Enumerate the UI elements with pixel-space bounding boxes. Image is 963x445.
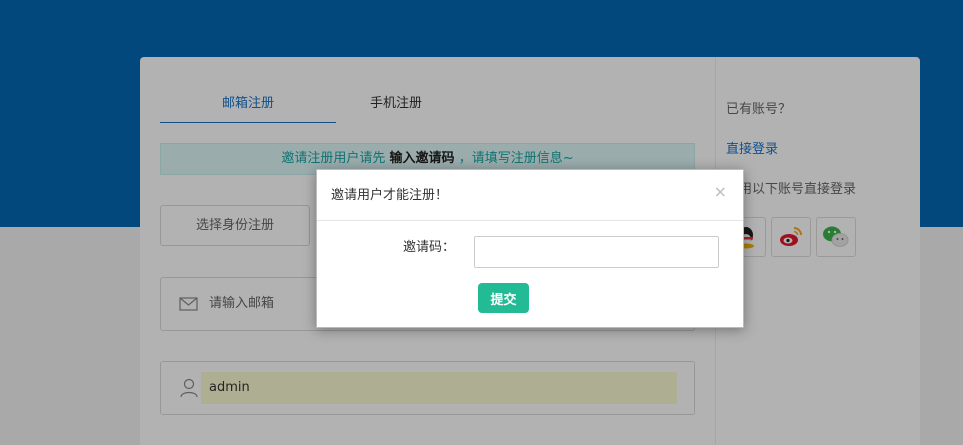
invite-code-label: 邀请码： bbox=[403, 240, 456, 255]
dialog-title: 邀请用户才能注册！ bbox=[331, 188, 449, 203]
invite-code-input[interactable] bbox=[474, 236, 719, 268]
invite-code-dialog: 邀请用户才能注册！ × 邀请码： 提交 bbox=[316, 169, 744, 328]
dialog-header: 邀请用户才能注册！ × bbox=[317, 170, 743, 221]
close-icon[interactable]: × bbox=[714, 182, 727, 202]
submit-button[interactable]: 提交 bbox=[478, 283, 529, 313]
